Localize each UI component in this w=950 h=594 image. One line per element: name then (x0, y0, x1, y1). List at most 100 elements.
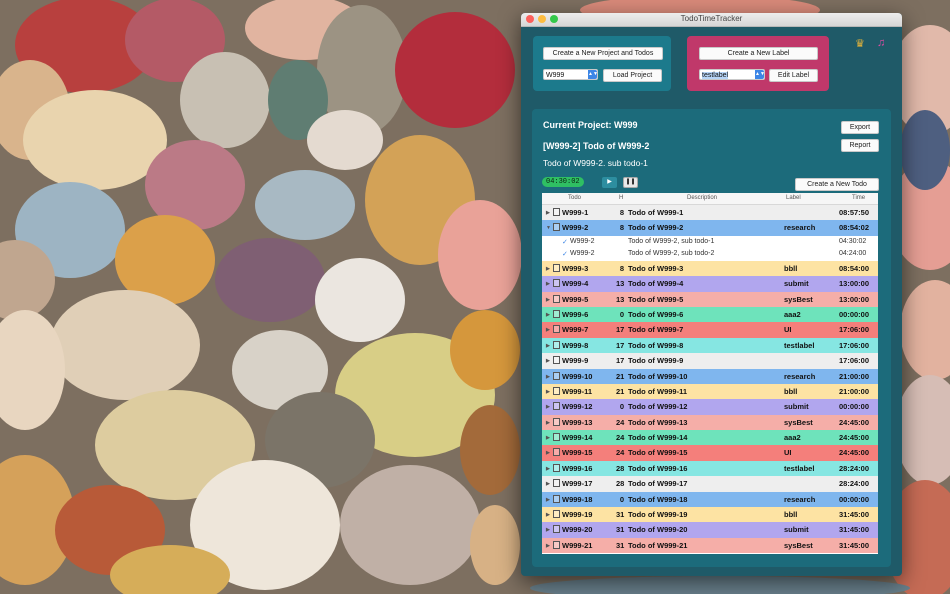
disclosure-closed-icon[interactable]: ▶ (546, 543, 550, 549)
table-row[interactable]: ▶ W999-16 28 Todo of W999-16 testlabel 28:24:… (542, 460, 878, 477)
disclosure-closed-icon[interactable]: ▶ (546, 435, 550, 441)
disclosure-closed-icon[interactable]: ▶ (546, 281, 550, 287)
table-row[interactable]: ▶ W999-13 24 Todo of W999-13 sysBest 24:45:00 (542, 414, 878, 431)
table-row[interactable]: ▶ W999-18 0 Todo of W999-18 research 00:00:00 (542, 491, 878, 508)
table-row[interactable]: ▶ W999-9 17 Todo of W999-9 17:06:00 (542, 353, 878, 369)
table-row[interactable]: ▶ W999-20 31 Todo of W999-20 submit 31:45:00 (542, 522, 878, 538)
row-time: 00:00:00 (839, 402, 870, 412)
checkmark-icon[interactable]: ✓ (562, 250, 568, 258)
row-todo-id: W999-6 (562, 309, 589, 319)
disclosure-closed-icon[interactable]: ▶ (546, 389, 550, 395)
table-row[interactable]: ▶ W999-21 31 Todo of W999-21 sysBest 31:45:00 (542, 537, 878, 554)
table-row[interactable]: ▶ W999-11 21 Todo of W999-11 bbll 21:00:00 (542, 383, 878, 400)
todo-checkbox-icon[interactable] (553, 494, 560, 503)
todo-checkbox-icon[interactable] (553, 309, 560, 318)
todo-checkbox-icon[interactable] (553, 208, 560, 216)
todo-checkbox-icon[interactable] (553, 356, 560, 365)
disclosure-open-icon[interactable]: ▼ (546, 225, 551, 231)
edit-label-button[interactable]: Edit Label (769, 69, 818, 82)
disclosure-closed-icon[interactable]: ▶ (546, 343, 550, 349)
table-row[interactable]: ▼ W999-2 8 Todo of W999-2 research 08:54:02 (542, 220, 878, 236)
row-time: 13:00:00 (839, 279, 870, 289)
load-project-button[interactable]: Load Project (603, 69, 662, 82)
disclosure-closed-icon[interactable]: ▶ (546, 374, 550, 380)
todo-checkbox-icon[interactable] (553, 294, 560, 303)
disclosure-closed-icon[interactable]: ▶ (546, 481, 550, 487)
todo-checkbox-icon[interactable] (553, 417, 560, 426)
project-select[interactable]: W999 ▲▼ (543, 69, 598, 80)
todo-checkbox-icon[interactable] (553, 223, 560, 232)
disclosure-closed-icon[interactable]: ▶ (546, 450, 550, 456)
disclosure-closed-icon[interactable]: ▶ (546, 210, 550, 216)
todo-checkbox-icon[interactable] (553, 463, 560, 472)
disclosure-closed-icon[interactable]: ▶ (546, 527, 550, 533)
table-row[interactable]: ▶ W999-6 0 Todo of W999-6 aaa2 00:00:00 (542, 306, 878, 323)
row-time: 17:06:00 (839, 340, 870, 350)
table-row[interactable]: ▶ W999-19 31 Todo of W999-19 bbll 31:45:00 (542, 507, 878, 523)
subtodo-row[interactable]: ✓ W999-2 Todo of W999-2, sub todo-1 04:30:0… (542, 235, 878, 249)
disclosure-closed-icon[interactable]: ▶ (546, 297, 550, 303)
todo-checkbox-icon[interactable] (553, 433, 560, 442)
row-todo-id: W999-21 (562, 540, 593, 550)
disclosure-closed-icon[interactable]: ▶ (546, 404, 550, 410)
table-row[interactable]: ▶ W999-1 8 Todo of W999-1 08:57:50 (542, 205, 878, 221)
label-select[interactable]: testlabel ▲▼ (699, 69, 765, 80)
todo-checkbox-icon[interactable] (553, 525, 560, 534)
disclosure-closed-icon[interactable]: ▶ (546, 327, 550, 333)
table-row[interactable]: ▶ W999-12 0 Todo of W999-12 submit 00:00:00 (542, 399, 878, 415)
disclosure-closed-icon[interactable]: ▶ (546, 466, 550, 472)
row-label: submit (784, 402, 809, 412)
todo-checkbox-icon[interactable] (553, 340, 560, 349)
column-header-label[interactable]: Label (786, 195, 801, 201)
todo-table: Todo H Description Label Time ▶ W999-1 8 To… (542, 193, 878, 554)
play-icon[interactable]: ▶ (602, 177, 617, 188)
todo-checkbox-icon[interactable] (553, 263, 560, 272)
row-label: research (784, 371, 816, 381)
create-project-button[interactable]: Create a New Project and Todos (543, 47, 663, 60)
table-row[interactable]: ▶ W999-8 17 Todo of W999-8 testlabel 17:06:00 (542, 337, 878, 354)
row-description: Todo of W999-4 (628, 279, 684, 289)
pause-icon[interactable]: ❚❚ (623, 177, 638, 188)
todo-checkbox-icon[interactable] (553, 402, 560, 411)
column-header-time[interactable]: Time (852, 195, 865, 201)
todo-checkbox-icon[interactable] (553, 448, 560, 457)
disclosure-closed-icon[interactable]: ▶ (546, 497, 550, 503)
subtodo-row[interactable]: ✓ W999-2 Todo of W999-2, sub todo-2 04:24:0… (542, 248, 878, 261)
disclosure-closed-icon[interactable]: ▶ (546, 266, 550, 272)
todo-checkbox-icon[interactable] (553, 371, 560, 380)
todo-checkbox-icon[interactable] (553, 325, 560, 334)
table-row[interactable]: ▶ W999-4 13 Todo of W999-4 submit 13:00:00 (542, 276, 878, 292)
table-row[interactable]: ▶ W999-15 24 Todo of W999-15 UI 24:45:00 (542, 445, 878, 461)
disclosure-closed-icon[interactable]: ▶ (546, 358, 550, 364)
todo-checkbox-icon[interactable] (553, 540, 560, 549)
app-window: TodoTimeTracker Create a New Project and… (521, 13, 902, 576)
disclosure-closed-icon[interactable]: ▶ (546, 512, 550, 518)
create-label-button[interactable]: Create a New Label (699, 47, 818, 60)
todo-checkbox-icon[interactable] (553, 279, 560, 288)
checkmark-icon[interactable]: ✓ (562, 238, 568, 246)
create-todo-button[interactable]: Create a New Todo (795, 178, 879, 191)
disclosure-closed-icon[interactable]: ▶ (546, 312, 550, 318)
row-hours: 0 (619, 309, 624, 319)
todo-checkbox-icon[interactable] (553, 479, 560, 488)
todo-checkbox-icon[interactable] (553, 510, 560, 519)
table-row[interactable]: ▶ W999-10 21 Todo of W999-10 research 21:00:0… (542, 368, 878, 384)
column-header-todo[interactable]: Todo (568, 195, 581, 201)
row-description: Todo of W999-6 (628, 309, 684, 319)
disclosure-closed-icon[interactable]: ▶ (546, 420, 550, 426)
table-row[interactable]: ▶ W999-5 13 Todo of W999-5 sysBest 13:00:00 (542, 291, 878, 307)
crown-icon[interactable]: ♛ (855, 37, 865, 50)
column-header-h[interactable]: H (619, 195, 623, 201)
project-main-panel: Current Project: W999 Export Report [W99… (532, 109, 891, 567)
table-row[interactable]: ▶ W999-3 8 Todo of W999-3 bbll 08:54:00 (542, 260, 878, 277)
table-row[interactable]: ▶ W999-14 24 Todo of W999-14 aaa2 24:45:00 (542, 430, 878, 446)
table-row[interactable]: ▶ W999-7 17 Todo of W999-7 UI 17:06:00 (542, 322, 878, 338)
music-note-icon[interactable]: ♫ (877, 37, 885, 49)
todo-checkbox-icon[interactable] (553, 386, 560, 395)
export-button[interactable]: Export (841, 121, 879, 134)
column-header-description[interactable]: Description (687, 195, 717, 201)
report-button[interactable]: Report (841, 139, 879, 152)
row-hours: 17 (616, 340, 625, 350)
subrow-todo-id: W999-2 (570, 250, 595, 258)
table-row[interactable]: ▶ W999-17 28 Todo of W999-17 28:24:00 (542, 476, 878, 492)
